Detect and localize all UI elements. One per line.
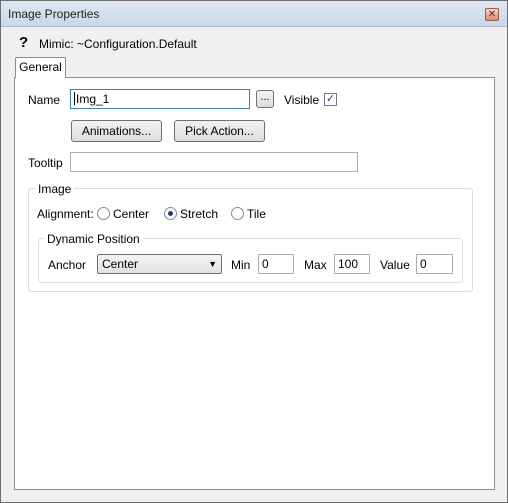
checkmark-icon: ✓ [325,93,336,105]
image-properties-dialog: Image Properties ✕ ? Mimic: ~Configurati… [0,0,508,503]
text-caret [74,92,75,105]
anchor-label: Anchor [48,258,87,272]
tooltip-input[interactable] [70,152,358,172]
alignment-tile-label[interactable]: Tile [247,207,266,221]
alignment-tile-radio[interactable] [231,207,244,220]
name-input-value: Img_1 [76,92,110,106]
general-tab-panel: Name Img_1 ... Visible ✓ Animations... P… [14,77,495,490]
dynamic-position-title: Dynamic Position [44,232,143,246]
min-input[interactable]: 0 [258,254,294,274]
tab-general[interactable]: General [15,57,66,78]
alignment-label: Alignment: [37,207,94,221]
image-group-title: Image [35,182,75,196]
max-label: Max [304,258,327,272]
value-label: Value [380,258,410,272]
tooltip-label: Tooltip [28,156,63,170]
chevron-down-icon: ▼ [208,259,217,269]
alignment-stretch-radio[interactable] [164,207,177,220]
visible-checkbox[interactable]: ✓ [324,93,337,106]
close-icon: ✕ [487,9,497,20]
alignment-stretch-label[interactable]: Stretch [180,207,218,221]
window-title: Image Properties [8,7,100,21]
alignment-center-label[interactable]: Center [113,207,149,221]
anchor-dropdown-value: Center [102,257,139,271]
visible-label: Visible [284,93,320,107]
animations-button[interactable]: Animations... [71,120,162,142]
title-bar: Image Properties ✕ [1,1,507,27]
value-input[interactable]: 0 [416,254,453,274]
name-label: Name [28,93,61,107]
close-button[interactable]: ✕ [485,8,499,21]
anchor-dropdown[interactable]: Center ▼ [97,254,222,274]
mimic-path: Mimic: ~Configuration.Default [39,37,197,51]
name-browse-button[interactable]: ... [256,90,274,108]
min-label: Min [231,258,251,272]
name-input[interactable]: Img_1 [70,89,250,109]
alignment-center-radio[interactable] [97,207,110,220]
help-icon[interactable]: ? [19,35,28,51]
max-input[interactable]: 100 [334,254,370,274]
pick-action-button[interactable]: Pick Action... [174,120,265,142]
